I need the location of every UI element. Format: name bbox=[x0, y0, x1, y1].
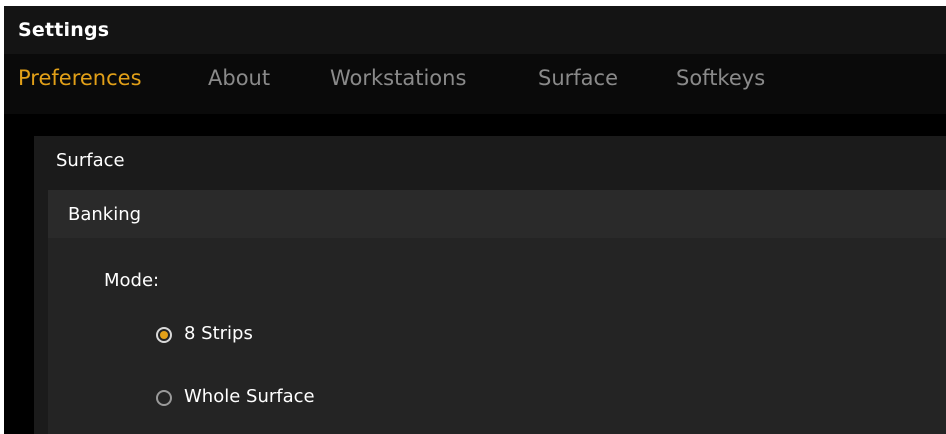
tab-workstations[interactable]: Workstations bbox=[330, 66, 466, 90]
radio-checked-icon[interactable] bbox=[156, 327, 172, 343]
panel-title: Surface bbox=[56, 150, 125, 171]
section-title: Banking bbox=[68, 204, 142, 225]
mode-label: Mode: bbox=[104, 270, 160, 291]
tab-preferences[interactable]: Preferences bbox=[18, 66, 142, 90]
radio-unchecked-icon[interactable] bbox=[156, 390, 172, 406]
banking-section: Banking Mode: 8 Strips Whole Surface bbox=[48, 190, 946, 434]
tab-softkeys[interactable]: Softkeys bbox=[676, 66, 765, 90]
radio-label-8-strips: 8 Strips bbox=[184, 323, 253, 344]
radio-label-whole-surface: Whole Surface bbox=[184, 386, 315, 407]
surface-panel: Surface Banking Mode: 8 Strips Whole Sur… bbox=[34, 136, 946, 434]
settings-window: Settings Preferences About Workstations … bbox=[4, 6, 946, 434]
tab-about[interactable]: About bbox=[208, 66, 270, 90]
banking-section-header[interactable]: Banking bbox=[48, 190, 946, 238]
window-title: Settings bbox=[18, 19, 110, 41]
tab-bar: Preferences About Workstations Surface S… bbox=[4, 54, 946, 114]
title-bar: Settings bbox=[4, 6, 946, 54]
tab-surface[interactable]: Surface bbox=[538, 66, 618, 90]
